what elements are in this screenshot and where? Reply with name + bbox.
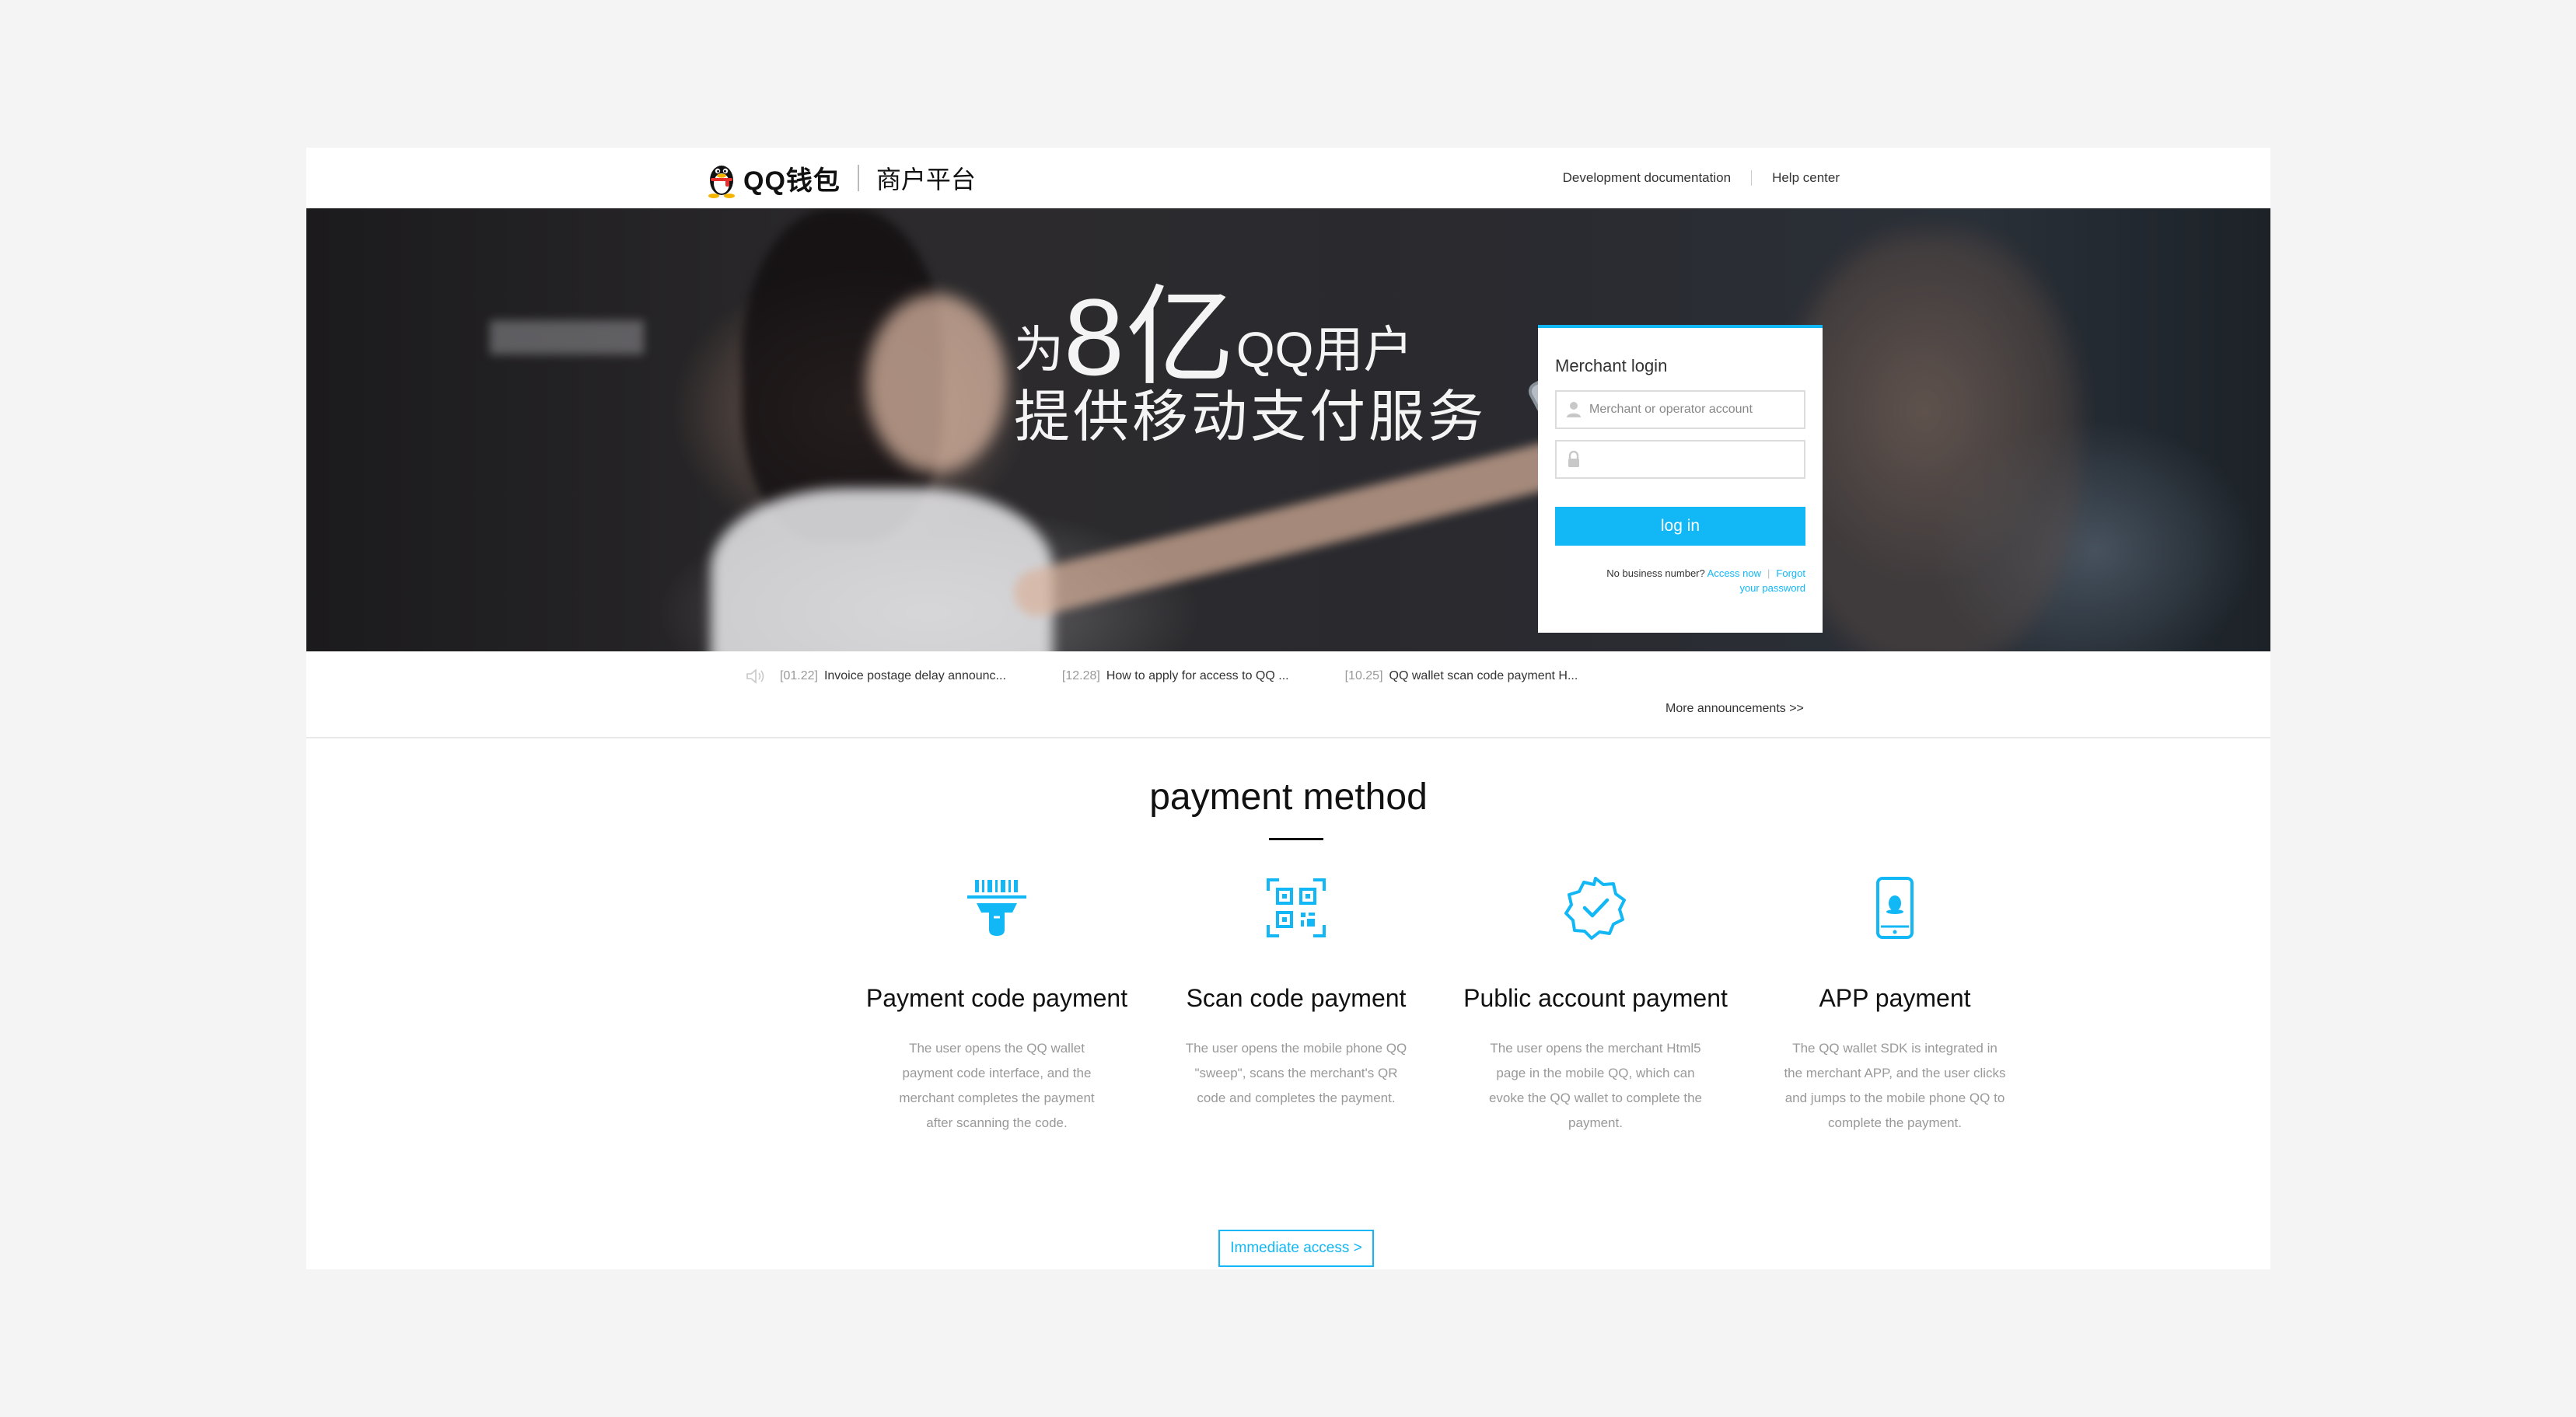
payment-method-desc: The user opens the QQ wallet payment cod… bbox=[899, 1041, 1095, 1130]
barcode-scanner-icon bbox=[967, 880, 1026, 936]
announcement-date: [01.22] bbox=[780, 669, 818, 682]
platform-name: 商户平台 bbox=[876, 166, 976, 194]
forgot-password-link-1[interactable]: Forgot bbox=[1776, 567, 1805, 579]
hero-photo-shirt bbox=[711, 488, 1053, 651]
hero-banner: 为8亿QQ用户 提供移动支付服务 Merchant login l bbox=[306, 208, 2270, 651]
announcement-list: [01.22] Invoice postage delay announc... … bbox=[746, 668, 1634, 684]
login-title: Merchant login bbox=[1555, 356, 1668, 375]
qq-penguin-icon bbox=[708, 166, 735, 198]
account-field[interactable] bbox=[1555, 390, 1805, 429]
payment-method-name: Scan code payment bbox=[1186, 984, 1407, 1012]
site-logo[interactable]: QQ钱包 商户平台 bbox=[704, 148, 976, 208]
no-business-text: No business number? bbox=[1606, 567, 1705, 579]
slogan-suffix: QQ用户 bbox=[1236, 322, 1414, 378]
payment-method-name: Public account payment bbox=[1463, 984, 1728, 1012]
blurred-sign bbox=[490, 320, 644, 354]
announcement-date: [10.25] bbox=[1344, 669, 1383, 682]
access-now-link[interactable]: Access now bbox=[1707, 567, 1761, 579]
announcement-bar: [01.22] Invoice postage delay announc... … bbox=[306, 651, 2270, 738]
verified-badge-icon bbox=[1564, 877, 1626, 940]
footer-divider: | bbox=[1767, 567, 1770, 579]
immediate-access-button[interactable]: Immediate access > bbox=[1218, 1230, 1374, 1267]
announcement-text: QQ wallet scan code payment H... bbox=[1389, 669, 1578, 682]
announcement-item[interactable]: [10.25] QQ wallet scan code payment H... bbox=[1345, 669, 1578, 683]
payment-method-card: Scan code payment The user opens the mob… bbox=[1145, 871, 1448, 1111]
mobile-app-icon bbox=[1876, 877, 1914, 939]
title-underline bbox=[1269, 838, 1323, 840]
login-footer: No business number? Access now | Forgot yo… bbox=[1555, 566, 1805, 595]
login-button[interactable]: log in bbox=[1555, 507, 1805, 546]
page-container: QQ钱包 商户平台 Development documentation Help… bbox=[306, 148, 2270, 1269]
password-field[interactable] bbox=[1555, 440, 1805, 479]
speaker-icon bbox=[746, 668, 764, 684]
qr-code-icon bbox=[1267, 878, 1326, 937]
payment-method-desc: The user opens the merchant Html5 page i… bbox=[1488, 1041, 1703, 1130]
announcement-date: [12.28] bbox=[1061, 669, 1100, 682]
hero-photo-cashier bbox=[1784, 232, 2079, 651]
slogan-prefix: 为 bbox=[1014, 322, 1064, 378]
nav-help-center[interactable]: Help center bbox=[1772, 170, 1840, 186]
hero-photo-arm bbox=[1009, 432, 1594, 622]
hero-photo-face bbox=[866, 294, 1006, 473]
payment-method-card: Payment code payment The user opens the … bbox=[845, 871, 1148, 1136]
user-icon bbox=[1567, 402, 1581, 417]
nav-development-documentation[interactable]: Development documentation bbox=[1563, 170, 1731, 186]
announcement-item[interactable]: [12.28] How to apply for access to QQ ... bbox=[1062, 669, 1289, 683]
nav-divider bbox=[1751, 170, 1753, 186]
announcement-text: Invoice postage delay announc... bbox=[823, 669, 1006, 682]
forgot-password-link-2[interactable]: your password bbox=[1739, 582, 1805, 594]
logo-divider bbox=[857, 165, 859, 191]
section-title: payment method bbox=[1149, 777, 1428, 818]
payment-method-desc: The QQ wallet SDK is integrated in the m… bbox=[1784, 1041, 2006, 1130]
payment-method-desc: The user opens the mobile phone QQ "swee… bbox=[1185, 1041, 1407, 1105]
announcement-text: How to apply for access to QQ ... bbox=[1106, 669, 1289, 682]
merchant-login-panel: Merchant login log in No business number… bbox=[1538, 325, 1823, 633]
payment-method-card: APP payment The QQ wallet SDK is integra… bbox=[1743, 871, 2046, 1136]
account-input[interactable] bbox=[1589, 403, 1791, 417]
announcement-item[interactable]: [01.22] Invoice postage delay announc... bbox=[780, 669, 1006, 683]
more-announcements-link[interactable]: More announcements >> bbox=[1665, 702, 1804, 716]
slogan-big: 8亿 bbox=[1064, 276, 1236, 398]
password-input[interactable] bbox=[1589, 452, 1791, 466]
top-header: QQ钱包 商户平台 Development documentation Help… bbox=[306, 148, 2270, 208]
top-nav: Development documentation Help center bbox=[1563, 148, 1840, 208]
brand-name: QQ钱包 bbox=[743, 166, 841, 196]
payment-method-card: Public account payment The user opens th… bbox=[1444, 871, 1747, 1136]
lock-icon bbox=[1568, 451, 1579, 467]
hero-slogan: 为8亿QQ用户 提供移动支付服务 bbox=[1014, 283, 1487, 452]
slogan-line-1: 为8亿QQ用户 bbox=[1014, 283, 1487, 392]
payment-method-name: APP payment bbox=[1819, 984, 1971, 1012]
payment-method-name: Payment code payment bbox=[865, 984, 1128, 1012]
slogan-line-2: 提供移动支付服务 bbox=[1014, 386, 1487, 448]
